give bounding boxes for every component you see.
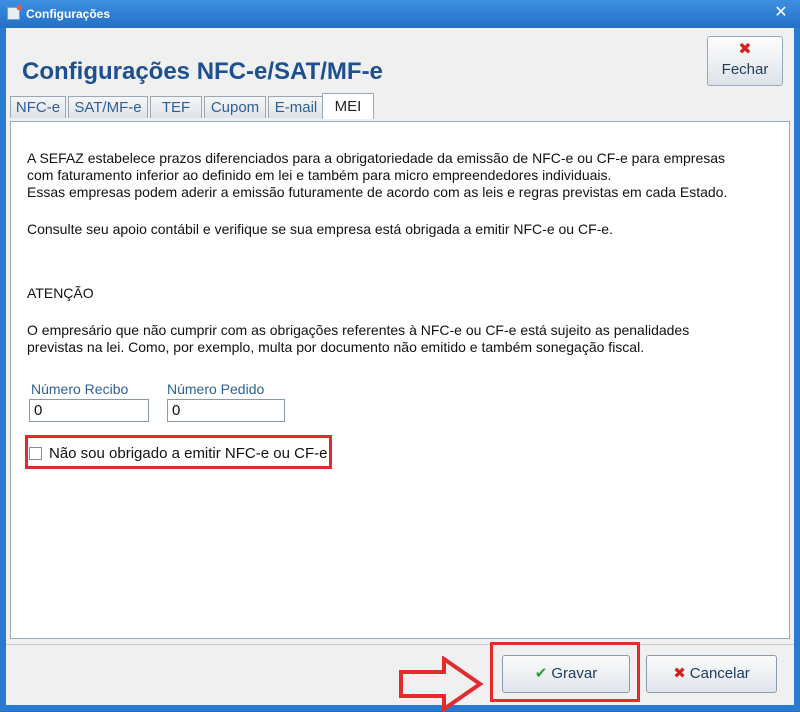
tab-mei[interactable]: MEI bbox=[322, 93, 374, 119]
check-icon: ✔ bbox=[534, 665, 548, 682]
intro-line-1: A SEFAZ estabelece prazos diferenciados … bbox=[27, 150, 726, 166]
numero-recibo-label: Número Recibo bbox=[31, 381, 129, 397]
tab-email[interactable]: E-mail bbox=[268, 96, 324, 118]
gravar-button[interactable]: ✔ Gravar bbox=[502, 655, 630, 693]
tab-nfce[interactable]: NFC-e bbox=[10, 96, 66, 118]
attention-heading: ATENÇÃO bbox=[27, 285, 94, 301]
window-title: Configurações bbox=[26, 7, 111, 21]
title-bar[interactable]: Configurações ✕ bbox=[0, 0, 800, 28]
numero-pedido-input[interactable]: 0 bbox=[167, 399, 285, 422]
gravar-button-label: Gravar bbox=[551, 665, 598, 682]
numero-pedido-label: Número Pedido bbox=[167, 381, 265, 397]
nao-obrigado-label[interactable]: Não sou obrigado a emitir NFC-e ou CF-e bbox=[49, 445, 327, 462]
numero-recibo-input[interactable]: 0 bbox=[29, 399, 149, 422]
mei-panel: A SEFAZ estabelece prazos diferenciados … bbox=[10, 121, 790, 639]
configuracoes-window: Configurações ✕ Configurações NFC-e/SAT/… bbox=[0, 0, 800, 712]
window-close-icon[interactable]: ✕ bbox=[772, 4, 790, 22]
arrow-right-icon bbox=[399, 656, 484, 712]
app-icon bbox=[7, 5, 22, 20]
consult-text: Consulte seu apoio contábil e verifique … bbox=[27, 221, 613, 237]
fechar-button[interactable]: ✖ Fechar bbox=[707, 36, 783, 86]
tab-sat-mfe[interactable]: SAT/MF-e bbox=[68, 96, 148, 118]
cancelar-button[interactable]: ✖ Cancelar bbox=[646, 655, 777, 693]
intro-line-3: Essas empresas podem aderir a emissão fu… bbox=[27, 184, 728, 200]
nao-obrigado-checkbox[interactable] bbox=[29, 447, 42, 460]
cancelar-button-label: Cancelar bbox=[689, 665, 750, 682]
intro-line-2: com faturamento inferior ao definido em … bbox=[27, 167, 612, 183]
warning-line-1: O empresário que não cumprir com as obri… bbox=[27, 322, 690, 338]
page-title: Configurações NFC-e/SAT/MF-e bbox=[22, 58, 383, 85]
tab-cupom[interactable]: Cupom bbox=[204, 96, 266, 118]
close-icon: ✖ bbox=[738, 41, 752, 58]
cancel-icon: ✖ bbox=[673, 665, 686, 682]
warning-line-2: previstas na lei. Como, por exemplo, mul… bbox=[27, 339, 645, 355]
fechar-button-label: Fechar bbox=[721, 61, 769, 78]
footer-divider bbox=[6, 644, 794, 645]
tab-tef[interactable]: TEF bbox=[150, 96, 202, 118]
window-client: Configurações NFC-e/SAT/MF-e ✖ Fechar NF… bbox=[6, 28, 794, 712]
